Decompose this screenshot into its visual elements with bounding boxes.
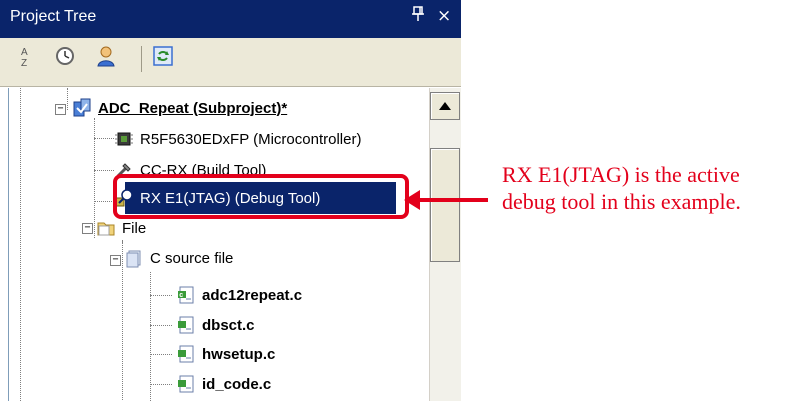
tree-item-label: C source file xyxy=(150,249,234,267)
panel-title: Project Tree xyxy=(10,8,97,25)
panel-titlebar: Project Tree × xyxy=(0,0,461,38)
tree-connector xyxy=(150,272,151,401)
folder-icon xyxy=(97,222,115,236)
pin-icon[interactable] xyxy=(411,6,425,26)
c-file-icon xyxy=(178,345,194,363)
toolbar-separator xyxy=(141,46,142,72)
collapse-toggle[interactable]: − xyxy=(110,255,121,266)
clock-icon[interactable] xyxy=(53,44,77,68)
tree-connector xyxy=(94,170,114,171)
close-icon[interactable]: × xyxy=(437,6,451,26)
tree-connector xyxy=(94,118,95,238)
callout-arrow xyxy=(416,198,488,202)
scrollbar-thumb[interactable] xyxy=(430,148,460,262)
tree-item-subproject[interactable]: ADC_Repeat (Subproject)* xyxy=(72,96,287,120)
tree-item-label: adc12repeat.c xyxy=(202,286,303,304)
collapse-toggle[interactable]: − xyxy=(82,223,93,234)
arrow-up-icon xyxy=(439,102,451,110)
tree-item-label: id_code.c xyxy=(202,375,272,393)
tree-item-label: R5F5630EDxFP (Microcontroller) xyxy=(140,130,362,148)
tree-connector xyxy=(94,138,114,139)
sort-glyph-a: A xyxy=(21,47,28,58)
highlight-box xyxy=(113,174,409,219)
user-icon[interactable] xyxy=(94,44,118,68)
collapse-toggle[interactable]: − xyxy=(55,104,66,115)
tree-connector xyxy=(150,354,172,355)
tree-connector xyxy=(150,325,172,326)
callout-text: RX E1(JTAG) is the active debug tool in … xyxy=(502,162,741,214)
tree-item-file[interactable]: c adc12repeat.c xyxy=(176,283,302,307)
tree-connector xyxy=(94,201,114,202)
tree-item-microcontroller[interactable]: R5F5630EDxFP (Microcontroller) xyxy=(114,127,361,151)
sort-glyph-z: Z xyxy=(21,58,27,68)
c-file-icon xyxy=(178,375,194,393)
microcontroller-icon xyxy=(115,132,133,146)
tree-item-file[interactable]: id_code.c xyxy=(176,372,271,396)
tree-connector xyxy=(122,240,123,400)
tree-item-label: dbsct.c xyxy=(202,316,255,334)
subproject-icon xyxy=(73,98,91,117)
sort-az-icon[interactable]: A Z xyxy=(14,44,38,68)
tree-connector xyxy=(150,384,172,385)
tree-connector xyxy=(150,295,172,296)
tree-item-label: ADC_Repeat (Subproject)* xyxy=(98,99,288,117)
tree-item-label: File xyxy=(122,219,147,237)
refresh-icon[interactable] xyxy=(151,44,175,68)
tree-item-file[interactable]: hwsetup.c xyxy=(176,342,275,366)
tree-item-file-folder[interactable]: File xyxy=(96,216,146,240)
tree-item-label: hwsetup.c xyxy=(202,345,276,363)
c-file-icon: c xyxy=(178,286,194,304)
tree-item-file[interactable]: dbsct.c xyxy=(176,313,255,337)
category-icon xyxy=(126,250,141,268)
callout-arrow-head xyxy=(404,190,420,210)
tree-connector xyxy=(67,88,68,110)
tree-item-c-source-category[interactable]: C source file xyxy=(124,246,233,270)
svg-text:c: c xyxy=(179,292,183,299)
tree-connector xyxy=(20,88,21,401)
scroll-up-button[interactable] xyxy=(430,92,460,120)
c-file-icon xyxy=(178,316,194,334)
